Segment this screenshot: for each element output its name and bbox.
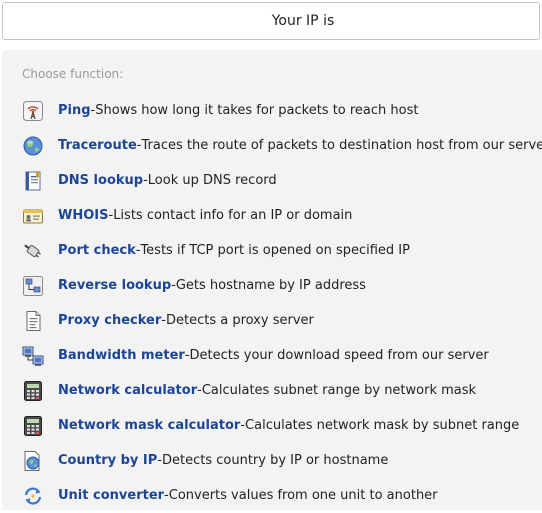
document-icon bbox=[26, 310, 41, 331]
function-description: Calculates network mask by subnet range bbox=[245, 418, 520, 433]
function-item-country-by-ip[interactable]: Country by IP - Detects country by IP or… bbox=[22, 443, 542, 478]
refresh-icon bbox=[24, 486, 42, 505]
function-name[interactable]: Unit converter bbox=[58, 488, 164, 503]
function-item-dns-lookup[interactable]: DNS lookup - Look up DNS record bbox=[22, 163, 542, 198]
function-description: Lists contact info for an IP or domain bbox=[113, 208, 353, 223]
function-description: Detects your download speed from our ser… bbox=[189, 348, 489, 363]
function-description: Tests if TCP port is opened on specified… bbox=[140, 243, 410, 258]
function-list: Ping - Shows how long it takes for packe… bbox=[22, 93, 542, 513]
function-name[interactable]: Reverse lookup bbox=[58, 278, 171, 293]
id-card-icon bbox=[23, 209, 43, 223]
function-name[interactable]: Ping bbox=[58, 103, 91, 118]
function-name[interactable]: WHOIS bbox=[58, 208, 108, 223]
function-description: Converts values from one unit to another bbox=[168, 488, 438, 503]
function-item-proxy-checker[interactable]: Proxy checker - Detects a proxy server bbox=[22, 303, 542, 338]
choose-function-label: Choose function: bbox=[22, 67, 124, 81]
function-description: Detects a proxy server bbox=[165, 313, 314, 328]
function-name[interactable]: Country by IP bbox=[58, 453, 157, 468]
function-description: Calculates subnet range by network mask bbox=[201, 383, 477, 398]
plug-icon bbox=[24, 243, 41, 258]
ip-bar: Your IP is bbox=[2, 2, 540, 40]
function-description: Detects country by IP or hostname bbox=[161, 453, 389, 468]
function-name[interactable]: Network calculator bbox=[58, 383, 197, 398]
function-item-unit-converter[interactable]: Unit converter - Converts values from on… bbox=[22, 478, 542, 513]
globe-document-icon bbox=[24, 450, 40, 471]
network-icon bbox=[23, 275, 43, 296]
calculator-icon bbox=[24, 380, 42, 401]
function-item-network-calculator[interactable]: Network calculator - Calculates subnet r… bbox=[22, 373, 542, 408]
function-description: Shows how long it takes for packets to r… bbox=[95, 103, 419, 118]
function-item-port-check[interactable]: Port check - Tests if TCP port is opened… bbox=[22, 233, 542, 268]
globe-icon bbox=[23, 136, 43, 155]
function-item-traceroute[interactable]: Traceroute - Traces the route of packets… bbox=[22, 128, 542, 163]
function-name[interactable]: Bandwidth meter bbox=[58, 348, 185, 363]
function-panel: Choose function: Ping - Shows how long i… bbox=[2, 50, 542, 510]
function-description: Gets hostname by IP address bbox=[175, 278, 366, 293]
computers-icon bbox=[22, 346, 44, 366]
function-item-bandwidth-meter[interactable]: Bandwidth meter - Detects your download … bbox=[22, 338, 542, 373]
function-name[interactable]: Port check bbox=[58, 243, 136, 258]
function-description: Traces the route of packets to destinati… bbox=[141, 138, 542, 153]
function-item-ping[interactable]: Ping - Shows how long it takes for packe… bbox=[22, 93, 542, 128]
function-description: Look up DNS record bbox=[147, 173, 277, 188]
function-item-reverse-lookup[interactable]: Reverse lookup - Gets hostname by IP add… bbox=[22, 268, 542, 303]
function-name[interactable]: Proxy checker bbox=[58, 313, 161, 328]
ip-label: Your IP is bbox=[271, 13, 335, 29]
book-icon bbox=[25, 171, 41, 190]
function-name[interactable]: Network mask calculator bbox=[58, 418, 240, 433]
calculator-icon bbox=[24, 415, 42, 436]
function-item-network-mask-calculator[interactable]: Network mask calculator - Calculates net… bbox=[22, 408, 542, 443]
function-name[interactable]: DNS lookup bbox=[58, 173, 143, 188]
ping-icon bbox=[23, 100, 43, 121]
function-item-whois[interactable]: WHOIS - Lists contact info for an IP or … bbox=[22, 198, 542, 233]
function-name[interactable]: Traceroute bbox=[58, 138, 137, 153]
